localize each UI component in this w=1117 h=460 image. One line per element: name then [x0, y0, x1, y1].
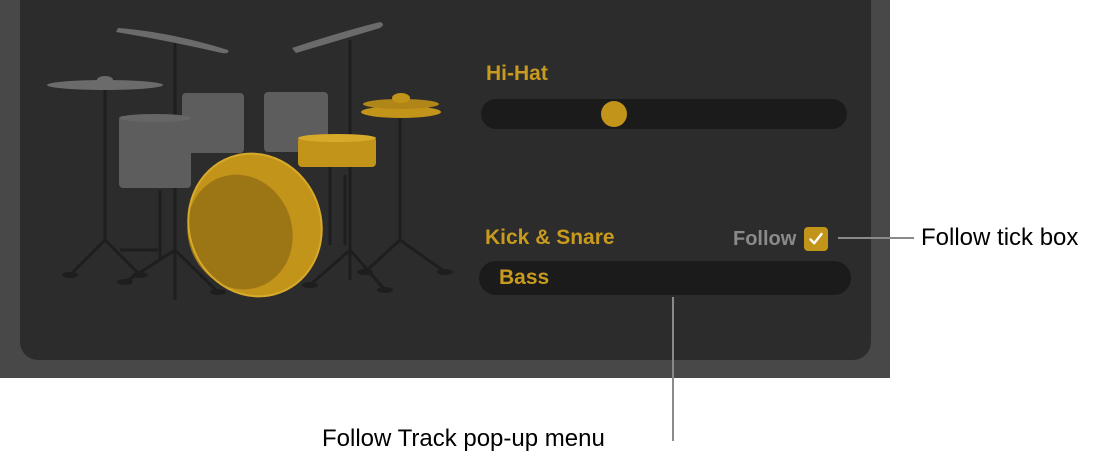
follow-tick-box-callout-line	[838, 237, 914, 239]
hihat-cymbal	[361, 93, 441, 118]
kick-snare-label: Kick & Snare	[485, 226, 615, 249]
follow-track-popup-value: Bass	[499, 266, 550, 289]
follow-checkbox[interactable]	[804, 227, 829, 251]
snare-drum	[298, 134, 376, 167]
cymbals	[47, 22, 383, 90]
follow-track-popup-callout: Follow Track pop-up menu	[322, 425, 605, 452]
checkmark-icon	[809, 232, 824, 245]
hihat-slider[interactable]	[481, 99, 847, 129]
follow-label: Follow	[733, 227, 797, 250]
follow-track-popup-callout-line	[672, 297, 674, 441]
drum-kit-icon[interactable]	[40, 10, 460, 310]
follow-track-popup[interactable]: Bass	[479, 261, 851, 295]
hihat-slider-knob[interactable]	[600, 101, 627, 127]
hihat-label: Hi-Hat	[486, 62, 548, 85]
follow-tick-box-callout: Follow tick box	[921, 224, 1079, 251]
follow-group: Follow	[733, 226, 829, 252]
